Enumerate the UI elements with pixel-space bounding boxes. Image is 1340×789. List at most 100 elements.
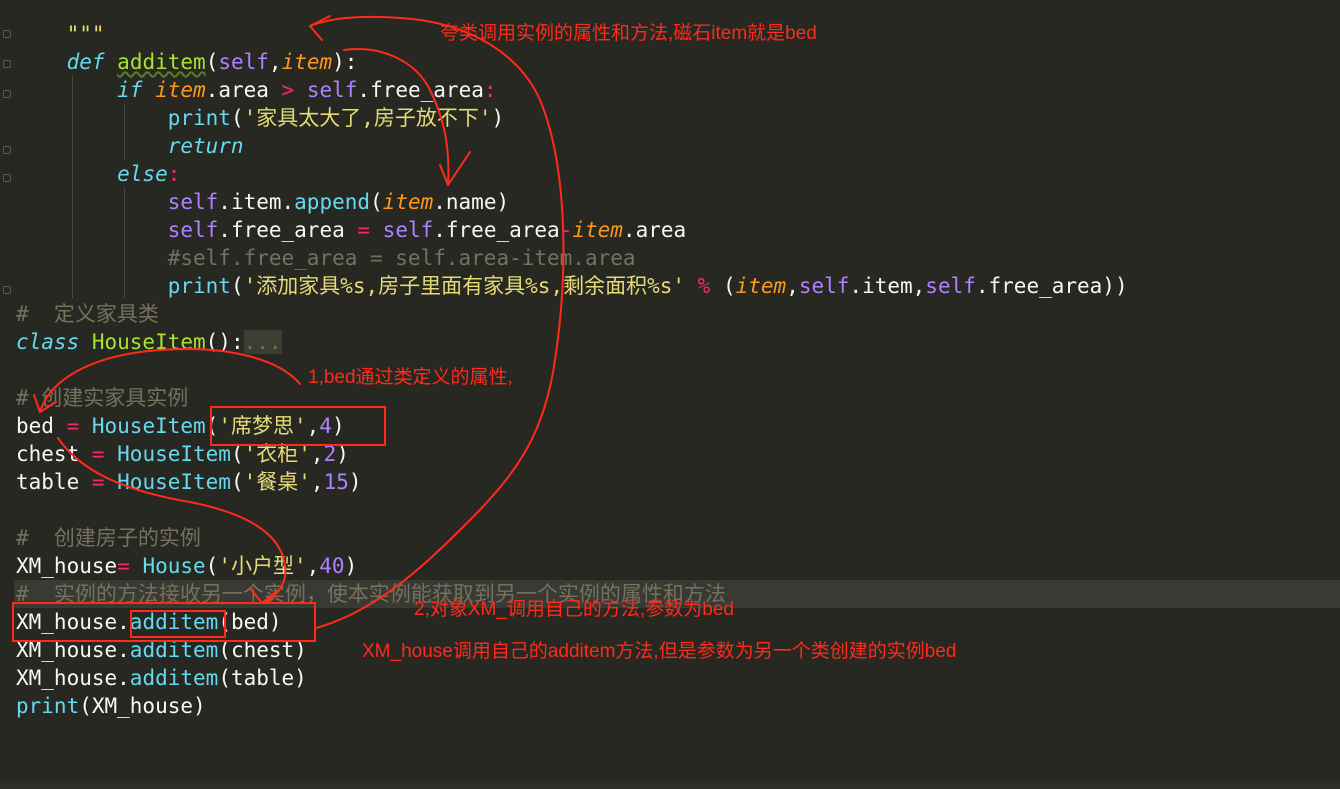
argument: (XM_house) bbox=[79, 694, 206, 718]
attr: .area bbox=[205, 78, 282, 102]
code-line[interactable]: """ bbox=[16, 20, 105, 48]
fold-marker[interactable] bbox=[3, 30, 11, 38]
punct: ( bbox=[370, 190, 383, 214]
operator: > bbox=[281, 78, 295, 102]
class-ref: House bbox=[142, 554, 206, 578]
fold-marker[interactable] bbox=[3, 60, 11, 68]
builtin-print: print bbox=[16, 694, 80, 718]
fold-gutter bbox=[0, 0, 14, 789]
attr: .free_area bbox=[433, 218, 560, 242]
attr: .free_area bbox=[357, 78, 484, 102]
code-line[interactable]: XM_house.additem(table) bbox=[16, 664, 307, 692]
attr: .item, bbox=[849, 274, 926, 298]
code-line[interactable]: def additem(self,item): bbox=[16, 48, 358, 76]
operator: % bbox=[685, 274, 723, 298]
code-line[interactable]: return bbox=[16, 132, 244, 160]
punct: ( bbox=[230, 274, 244, 298]
self-keyword: self bbox=[218, 50, 269, 74]
punct: ( bbox=[230, 470, 244, 494]
code-line[interactable]: if item.area > self.free_area: bbox=[16, 76, 497, 104]
variable: XM_house bbox=[16, 554, 118, 578]
punct: ): bbox=[332, 50, 358, 74]
horizontal-scrollbar[interactable] bbox=[0, 781, 1340, 789]
fold-marker[interactable] bbox=[3, 146, 11, 154]
attr: .free_area bbox=[218, 218, 358, 242]
operator: = bbox=[79, 442, 118, 466]
number: 40 bbox=[319, 554, 345, 578]
punct: , bbox=[306, 554, 320, 578]
operator: = bbox=[357, 218, 371, 242]
arrowhead bbox=[309, 15, 331, 41]
annotation-box-bed-args bbox=[210, 406, 386, 446]
annotation-call: 2,对象XM_调用自己的方法,参数为bed bbox=[414, 599, 734, 620]
code-line[interactable]: # 定义家具类 bbox=[16, 300, 159, 328]
punct: ( bbox=[205, 50, 219, 74]
class-name: HouseItem bbox=[79, 330, 206, 354]
code-line[interactable]: # 创建房子的实例 bbox=[16, 524, 201, 552]
code-line[interactable]: self.free_area = self.free_area-item.are… bbox=[16, 216, 686, 244]
fold-marker[interactable] bbox=[3, 174, 11, 182]
comment: # 创建实家具实例 bbox=[16, 386, 189, 410]
param: item bbox=[735, 274, 787, 298]
keyword: class bbox=[16, 330, 80, 354]
attr: .free_area)) bbox=[975, 274, 1128, 298]
self-keyword: self bbox=[167, 190, 219, 214]
attr: .area bbox=[622, 218, 687, 242]
punct: : bbox=[483, 78, 497, 102]
object-ref: XM_house. bbox=[16, 666, 130, 690]
code-line[interactable]: XM_house= House('小户型',40) bbox=[16, 552, 357, 580]
code-line[interactable]: else: bbox=[16, 160, 180, 188]
self-keyword: self bbox=[167, 218, 219, 242]
punct: ( bbox=[230, 106, 244, 130]
code-line[interactable]: table = HouseItem('餐桌',15) bbox=[16, 468, 362, 496]
punct: , bbox=[310, 470, 324, 494]
code-editor[interactable]: """ def additem(self,item): if item.area… bbox=[0, 0, 1340, 789]
function-name: additem bbox=[117, 50, 206, 74]
method-call: additem bbox=[129, 666, 219, 690]
keyword: if bbox=[117, 78, 143, 102]
class-ref: HouseItem bbox=[91, 414, 206, 438]
annotation-explain: XM_house调用自己的additem方法,但是参数为另一个类创建的实例bed bbox=[362, 641, 957, 662]
attr: .item. bbox=[218, 190, 295, 214]
punct: ) bbox=[491, 106, 505, 130]
punct: : bbox=[167, 162, 181, 186]
code-line[interactable]: # 创建实家具实例 bbox=[16, 384, 188, 412]
param: item bbox=[155, 78, 206, 102]
string: '餐桌' bbox=[243, 470, 311, 494]
annotation-bed-def: 1,bed通过类定义的属性, bbox=[308, 367, 513, 388]
string: '小户型' bbox=[218, 554, 307, 578]
punct: ) bbox=[344, 554, 358, 578]
param: item bbox=[281, 50, 333, 74]
code-line[interactable]: print('家具太大了,房子放不下') bbox=[16, 104, 504, 132]
attr: .name) bbox=[433, 190, 510, 214]
self-keyword: self bbox=[294, 78, 358, 102]
comment: # 定义家具类 bbox=[16, 302, 159, 326]
keyword: def bbox=[66, 50, 105, 74]
number: 15 bbox=[323, 470, 349, 494]
operator: - bbox=[559, 218, 573, 242]
code-line[interactable]: class HouseItem():... bbox=[16, 328, 282, 356]
class-ref: HouseItem bbox=[117, 470, 231, 494]
fold-marker[interactable] bbox=[3, 90, 11, 98]
comment: #self.free_area = self.area-item.area bbox=[167, 246, 636, 270]
param: item bbox=[382, 190, 434, 214]
operator: = bbox=[79, 470, 118, 494]
string: '添加家具%s,房子里面有家具%s,剩余面积%s' bbox=[243, 274, 686, 298]
argument: (table) bbox=[218, 666, 307, 690]
variable: chest bbox=[16, 442, 80, 466]
string: '家具太大了,房子放不下' bbox=[243, 106, 492, 130]
folded-code-ellipsis[interactable]: ... bbox=[243, 330, 282, 354]
code-line[interactable]: self.item.append(item.name) bbox=[16, 188, 509, 216]
fold-marker[interactable] bbox=[3, 286, 11, 294]
keyword: else bbox=[117, 162, 168, 186]
code-line[interactable]: #self.free_area = self.area-item.area bbox=[16, 244, 636, 272]
keyword: return bbox=[167, 134, 244, 158]
comment: # 创建房子的实例 bbox=[16, 526, 201, 550]
docstring-end: """ bbox=[66, 22, 105, 46]
annotation-top: 夸类调用实例的属性和方法,磁石item就是bed bbox=[440, 23, 817, 44]
operator: = bbox=[117, 554, 143, 578]
annotation-box-additem bbox=[130, 610, 226, 638]
self-keyword: self bbox=[798, 274, 850, 298]
code-line[interactable]: print('添加家具%s,房子里面有家具%s,剩余面积%s' % (item,… bbox=[16, 272, 1128, 300]
code-line[interactable]: print(XM_house) bbox=[16, 692, 206, 720]
